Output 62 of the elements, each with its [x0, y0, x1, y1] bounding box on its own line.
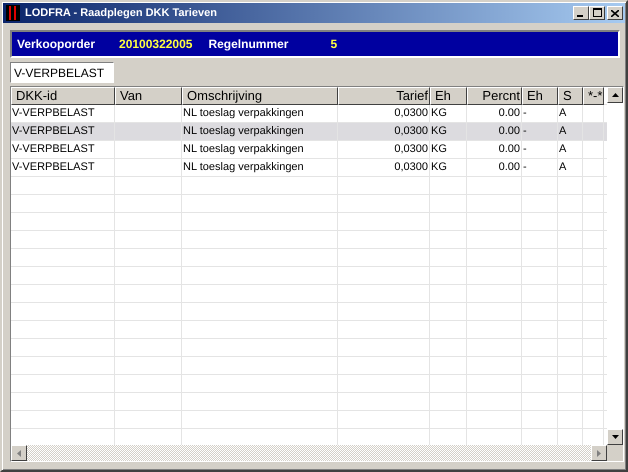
table-cell: 0,0300	[394, 161, 428, 173]
table-cell: NL toeslag verpakkingen	[183, 143, 304, 155]
input-field[interactable]: V-VERPBELAST	[10, 62, 114, 83]
scroll-down-button[interactable]	[607, 429, 623, 445]
triangle-down-icon	[612, 435, 618, 439]
vertical-scrollbar[interactable]	[607, 87, 623, 445]
table-cell: 0.00	[498, 107, 520, 119]
column-header[interactable]: S	[558, 87, 583, 105]
close-icon	[611, 10, 619, 16]
scroll-right-button[interactable]	[591, 445, 607, 461]
table-cell: -	[523, 161, 527, 173]
table-cell: KG	[431, 143, 447, 155]
table-cell: -	[523, 143, 527, 155]
table-cell: NL toeslag verpakkingen	[183, 161, 304, 173]
table-cell: NL toeslag verpakkingen	[183, 107, 304, 119]
scroll-left-button[interactable]	[11, 445, 27, 461]
app-icon	[6, 5, 20, 21]
table-row[interactable]: V-VERPBELAST NL toeslag verpakkingen 0,0300 KG 0.00 - A	[11, 141, 607, 159]
field-value: 5	[330, 37, 338, 51]
table-cell: KG	[431, 161, 447, 173]
horizontal-scrollbar[interactable]	[11, 445, 607, 461]
field-label: Regelnummer	[208, 37, 288, 51]
table-cell: 0,0300	[394, 143, 428, 155]
window-title: LODFRA - Raadplegen DKK Tarieven	[25, 7, 218, 19]
table-cell: A	[559, 107, 566, 119]
table-cell: A	[559, 143, 566, 155]
table-cell: A	[559, 161, 566, 173]
table-cell: V-VERPBELAST	[12, 161, 95, 173]
table-cell: NL toeslag verpakkingen	[183, 125, 304, 137]
column-header[interactable]: *-*	[583, 87, 604, 105]
table-cell: KG	[431, 125, 447, 137]
triangle-right-icon	[597, 450, 601, 456]
table-row[interactable]: V-VERPBELAST NL toeslag verpakkingen 0,0300 KG 0.00 - A	[11, 159, 607, 177]
table-cell: V-VERPBELAST	[12, 143, 95, 155]
column-header[interactable]: Percnt	[467, 87, 522, 105]
triangle-left-icon	[17, 450, 21, 456]
table-cell: V-VERPBELAST	[12, 125, 95, 137]
table-cell: A	[559, 125, 566, 137]
column-header[interactable]: Van	[115, 87, 182, 105]
field-label: Verkooporder	[17, 37, 96, 51]
scroll-up-button[interactable]	[607, 87, 623, 103]
table-cell: 0.00	[498, 143, 520, 155]
table-row[interactable]: V-VERPBELAST NL toeslag verpakkingen 0,0300 KG 0.00 - A	[11, 123, 607, 141]
column-header[interactable]: Eh	[522, 87, 558, 105]
table-cell: -	[523, 125, 527, 137]
column-header[interactable]: Eh	[430, 87, 467, 105]
field-value: 20100322005	[119, 37, 192, 51]
close-button[interactable]	[607, 6, 623, 20]
column-header[interactable]: Omschrijving	[182, 87, 338, 105]
triangle-up-icon	[612, 93, 618, 97]
table-cell: -	[523, 107, 527, 119]
table-cell: KG	[431, 107, 447, 119]
minimize-button[interactable]	[573, 6, 589, 20]
maximize-button[interactable]	[589, 6, 605, 20]
column-header[interactable]: Tarief	[338, 87, 430, 105]
maximize-icon	[592, 8, 602, 17]
table-cell: 0,0300	[394, 125, 428, 137]
table-cell: V-VERPBELAST	[12, 107, 95, 119]
table-cell: 0.00	[498, 125, 520, 137]
table-cell: 0.00	[498, 161, 520, 173]
table-cell: 0,0300	[394, 107, 428, 119]
column-header[interactable]: DKK-id	[11, 87, 115, 105]
